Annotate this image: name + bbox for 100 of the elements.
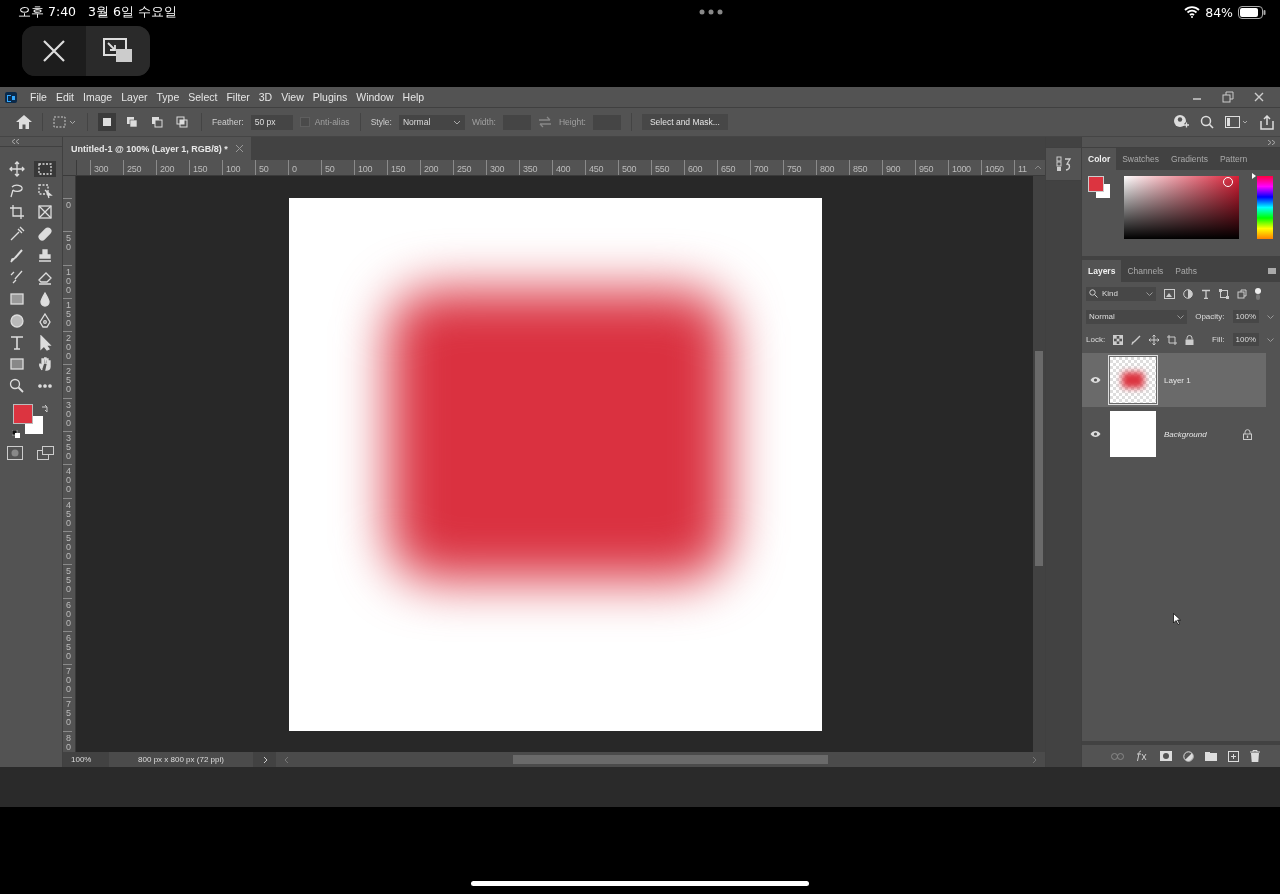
adjustment-layer-icon[interactable] <box>1183 750 1194 762</box>
style-dropdown[interactable]: Normal <box>398 114 465 130</box>
menu-item[interactable]: Plugins <box>312 91 348 103</box>
layer-filter-dropdown[interactable]: Kind <box>1086 286 1156 301</box>
ruler-label: 200 <box>420 160 453 175</box>
menu-item[interactable]: Layer <box>121 91 148 103</box>
history-panel-button[interactable] <box>1046 148 1081 181</box>
swap-colors-icon[interactable] <box>41 404 49 413</box>
ruler-label: 200 <box>63 331 72 365</box>
ruler-label: 1050 <box>981 160 1014 175</box>
add-selection-icon <box>126 116 138 128</box>
layer-name[interactable]: Background <box>1164 429 1207 439</box>
ruler-label: 700 <box>63 664 72 698</box>
hue-slider-marker[interactable] <box>1252 173 1256 179</box>
panel-tab[interactable]: Swatches <box>1116 148 1166 170</box>
panel-tab[interactable]: Paths <box>1169 260 1204 282</box>
panel-tab[interactable]: Channels <box>1121 260 1170 282</box>
panel-tab[interactable]: Layers <box>1082 260 1122 282</box>
image-filter-icon[interactable] <box>1164 288 1175 299</box>
brush-icon[interactable] <box>1131 334 1142 345</box>
layer-row[interactable]: Layer 1 <box>1082 353 1266 407</box>
chevron-right-icon[interactable] <box>263 755 268 764</box>
visibility-eye-icon[interactable] <box>1089 376 1101 384</box>
hue-slider[interactable] <box>1251 173 1273 242</box>
filter-toggle-icon[interactable] <box>1255 287 1261 300</box>
shape-filter-icon[interactable] <box>1219 288 1229 299</box>
type-filter-icon[interactable] <box>1201 288 1211 299</box>
collapse-icon[interactable] <box>12 139 20 144</box>
panel-tab[interactable]: Pattern <box>1213 148 1254 170</box>
marquee-preset-icon[interactable] <box>53 116 77 128</box>
adjustment-filter-icon[interactable] <box>1183 288 1193 299</box>
ruler-label: 600 <box>684 160 717 175</box>
artboard-icon[interactable] <box>1167 334 1178 345</box>
smart-object-filter-icon[interactable] <box>1237 288 1247 299</box>
menu-item[interactable]: Edit <box>55 91 74 103</box>
user-add-icon[interactable] <box>1173 114 1189 130</box>
menu-item[interactable]: Help <box>402 91 425 103</box>
vertical-scrollbar[interactable] <box>1033 176 1045 752</box>
more-dots-icon[interactable] <box>698 9 723 15</box>
fill-input[interactable]: 100% <box>1232 333 1259 346</box>
share-icon[interactable] <box>1260 114 1274 130</box>
ruler-label: 350 <box>63 431 72 465</box>
screen-mode-icon[interactable] <box>37 445 55 460</box>
menu-item[interactable]: Window <box>356 91 394 103</box>
ruler-label: 300 <box>486 160 519 175</box>
selection-mode-button[interactable] <box>98 113 116 131</box>
default-colors-icon[interactable] <box>12 429 20 438</box>
fx-icon[interactable] <box>1135 750 1149 762</box>
foreground-background-swatches[interactable] <box>11 403 45 436</box>
ruler-label: 550 <box>63 564 72 598</box>
menu-item[interactable]: Filter <box>226 91 250 103</box>
hand-tool-icon <box>37 356 53 373</box>
ruler-label: 11 <box>1014 160 1029 175</box>
delete-icon[interactable] <box>1250 750 1260 762</box>
workspace-icon[interactable] <box>1225 116 1249 128</box>
close-icon[interactable] <box>235 145 243 152</box>
ruler-label: 300 <box>90 160 123 175</box>
panel-tab[interactable]: Color <box>1082 148 1117 170</box>
menu-item[interactable]: Select <box>188 91 218 103</box>
visibility-eye-icon[interactable] <box>1089 430 1101 438</box>
opacity-input[interactable]: 100% <box>1232 310 1259 323</box>
lock-icon[interactable] <box>1185 334 1195 345</box>
caret-icon <box>1177 314 1185 319</box>
color-picker-field[interactable] <box>1124 176 1239 239</box>
home-icon[interactable] <box>16 115 32 129</box>
pen-tool-icon <box>37 312 53 329</box>
menu-item[interactable]: File <box>30 91 47 103</box>
menu-item[interactable]: Type <box>156 91 180 103</box>
foreground-background-swatches[interactable] <box>1088 176 1112 200</box>
layer-mask-icon[interactable] <box>1160 751 1172 761</box>
picture-in-picture-button[interactable] <box>86 26 150 76</box>
style-label: Style: <box>370 117 392 127</box>
marquee-tool-button[interactable] <box>34 161 56 177</box>
expand-icon[interactable] <box>1267 139 1275 145</box>
search-icon[interactable] <box>1200 115 1214 129</box>
folder-icon[interactable] <box>1205 751 1217 761</box>
ruler-label: 0 <box>63 198 72 232</box>
select-and-mask-button[interactable]: Select and Mask... <box>641 114 728 130</box>
document-tab[interactable]: Untitled-1 @ 100% (Layer 1, RGB/8) * <box>63 137 251 160</box>
menu-item[interactable]: View <box>281 91 304 103</box>
new-layer-icon[interactable] <box>1228 750 1239 762</box>
lock-pixels-icon[interactable] <box>1113 334 1124 345</box>
quick-mask-icon[interactable] <box>7 445 23 460</box>
layer-thumbnail <box>1110 357 1156 403</box>
zoom-tool-icon <box>9 377 25 394</box>
date-text: 3월 6일 수요일 <box>88 3 177 21</box>
selection-mode-button[interactable] <box>173 113 191 131</box>
close-icon[interactable] <box>1254 92 1264 102</box>
menu-item[interactable]: Image <box>83 91 113 103</box>
blend-mode-dropdown[interactable]: Normal <box>1086 309 1188 324</box>
layer-name[interactable]: Layer 1 <box>1164 375 1191 385</box>
layer-row[interactable]: Background <box>1082 407 1266 461</box>
picture-in-picture-icon <box>103 38 133 64</box>
feather-input[interactable]: 50 px <box>250 114 293 130</box>
menu-item[interactable]: 3D <box>258 91 273 103</box>
restore-icon[interactable] <box>1222 91 1234 103</box>
ruler-label: 250 <box>63 364 72 398</box>
move-icon[interactable] <box>1149 334 1160 345</box>
panel-tab[interactable]: Gradients <box>1165 148 1214 170</box>
zoom-level[interactable]: 100% <box>63 755 109 764</box>
